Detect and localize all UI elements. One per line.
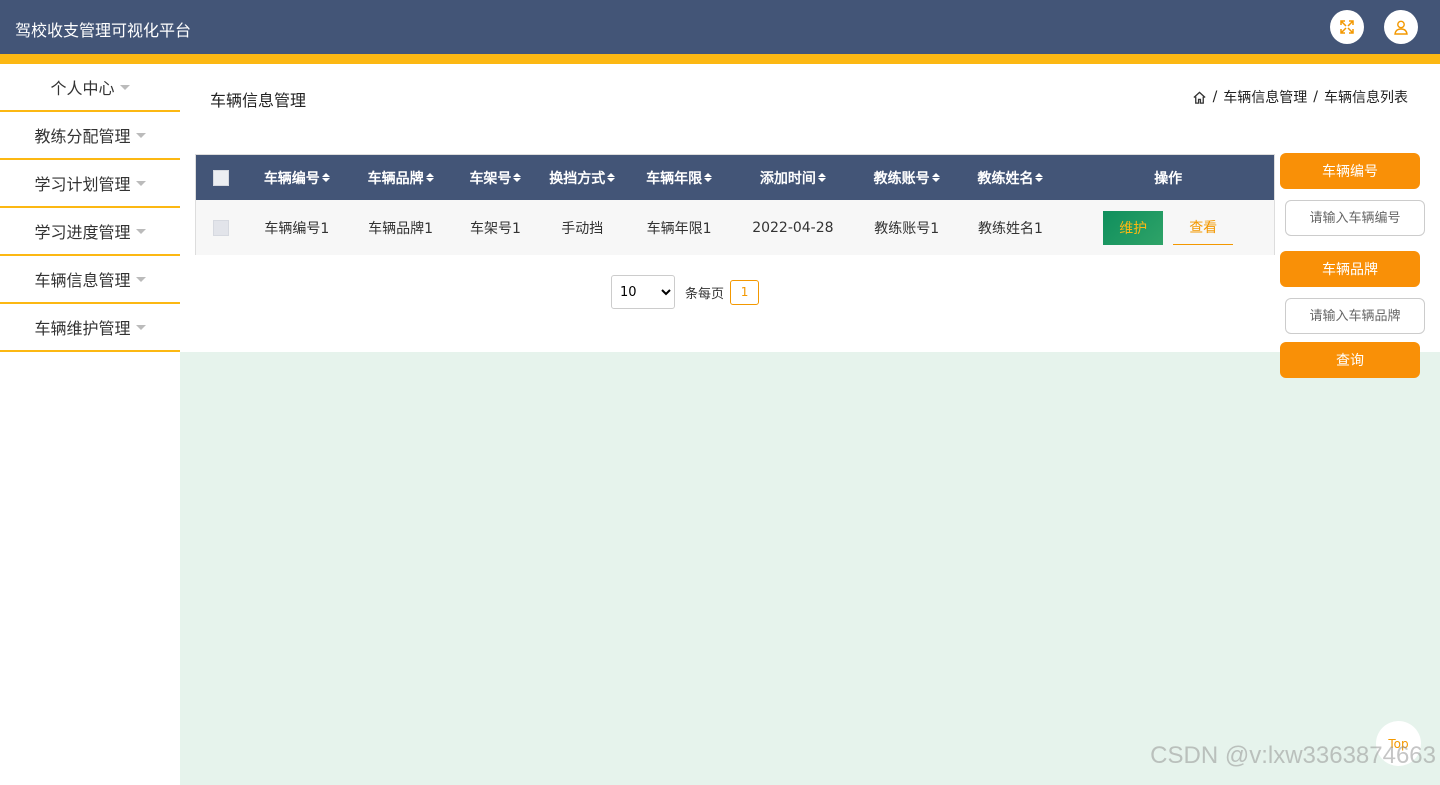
sidebar-item-study-progress[interactable]: 学习进度管理 [0,208,180,256]
sidebar-item-label: 教练分配管理 [34,127,131,146]
search-panel: 车辆编号 车辆品牌 查询 [1280,153,1425,378]
caret-down-icon [135,228,146,234]
sort-icon [817,173,826,182]
vehicle-brand-label: 车辆品牌 [1280,251,1420,287]
header-accent-bar [0,54,1440,64]
caret-down-icon [119,84,130,90]
sidebar-item-label: 学习进度管理 [34,223,131,242]
breadcrumb-current: 车辆信息列表 [1324,90,1408,106]
sidebar-item-label: 车辆维护管理 [34,319,131,338]
column-header[interactable]: 车辆年限 [627,168,731,188]
sort-icon [931,173,940,182]
sidebar: 个人中心 教练分配管理 学习计划管理 学习进度管理 车辆信息管理 车辆维护管理 [0,64,180,785]
pagination: 10 条每页 1 [611,275,760,309]
column-header[interactable]: 车辆品牌 [348,168,454,188]
sidebar-item-personal-center[interactable]: 个人中心 [0,64,180,112]
query-button[interactable]: 查询 [1280,342,1420,378]
app-title: 驾校收支管理可视化平台 [15,21,192,40]
column-header[interactable]: 教练姓名 [959,168,1063,188]
sidebar-item-vehicle-info[interactable]: 车辆信息管理 [0,256,180,304]
sort-icon [425,173,434,182]
sort-icon [607,173,616,182]
sidebar-item-label: 个人中心 [50,79,115,98]
select-all-checkbox[interactable] [212,169,229,186]
column-header[interactable]: 车架号 [454,168,538,188]
sidebar-item-label: 学习计划管理 [34,175,131,194]
column-header[interactable]: 车辆编号 [246,168,348,188]
table-cell: 车辆年限1 [646,220,712,237]
vehicle-table: 车辆编号 车辆品牌 车架号 换挡方式 车辆年限 添加时间 教练账号 教练姓名 操… [195,154,1275,255]
column-header[interactable]: 换挡方式 [537,168,627,188]
table-cell: 2022-04-28 [752,219,834,236]
table-cell: 车辆编号1 [264,220,330,237]
vehicle-brand-input[interactable] [1285,298,1425,334]
sidebar-item-study-plan[interactable]: 学习计划管理 [0,160,180,208]
maintain-button[interactable]: 维护 [1103,210,1164,245]
table-cell: 车辆品牌1 [368,220,434,237]
caret-down-icon [135,180,146,186]
user-icon [1394,20,1408,35]
page-number-button[interactable]: 1 [730,279,760,305]
breadcrumb: / 车辆信息管理 / 车辆信息列表 [1192,87,1408,107]
table-cell: 车架号1 [469,220,521,237]
column-header[interactable]: 添加时间 [731,168,855,188]
row-actions: 维护 查看 [1062,210,1274,245]
sort-icon [321,173,330,182]
table-cell: 手动挡 [561,220,604,237]
sidebar-item-coach-assignment[interactable]: 教练分配管理 [0,112,180,160]
breadcrumb-link[interactable]: 车辆信息管理 [1223,87,1307,107]
sidebar-item-vehicle-maintenance[interactable]: 车辆维护管理 [0,304,180,352]
column-header[interactable]: 教练账号 [855,168,959,188]
table-cell: 教练姓名1 [978,220,1043,237]
sort-icon [1035,173,1044,182]
per-page-label: 条每页 [685,286,725,302]
top-header: 驾校收支管理可视化平台 [0,0,1440,54]
watermark: CSDN @v:lxw3363874663 [1150,742,1436,769]
breadcrumb-separator: / [1313,89,1318,105]
row-checkbox[interactable] [212,219,229,236]
sort-icon [513,173,522,182]
sidebar-item-label: 车辆信息管理 [34,271,131,290]
view-button[interactable]: 查看 [1173,211,1234,245]
table-header: 车辆编号 车辆品牌 车架号 换挡方式 车辆年限 添加时间 教练账号 教练姓名 操… [196,155,1274,200]
breadcrumb-separator: / [1212,89,1218,105]
home-icon[interactable] [1192,90,1207,105]
table-row: 车辆编号1 车辆品牌1 车架号1 手动挡 车辆年限1 2022-04-28 教练… [196,200,1274,255]
table-cell: 教练账号1 [874,220,940,237]
caret-down-icon [135,132,146,138]
vehicle-number-label: 车辆编号 [1280,153,1420,189]
content-background [180,352,1440,785]
vehicle-number-input[interactable] [1285,200,1425,236]
sort-icon [704,173,713,182]
caret-down-icon [135,324,146,330]
column-header-actions: 操作 [1154,170,1183,187]
user-button[interactable] [1384,10,1418,44]
page-title: 车辆信息管理 [210,91,307,110]
caret-down-icon [135,276,146,282]
fullscreen-button[interactable] [1330,10,1364,44]
page-size-select[interactable]: 10 [611,275,675,309]
expand-icon [1340,20,1354,34]
